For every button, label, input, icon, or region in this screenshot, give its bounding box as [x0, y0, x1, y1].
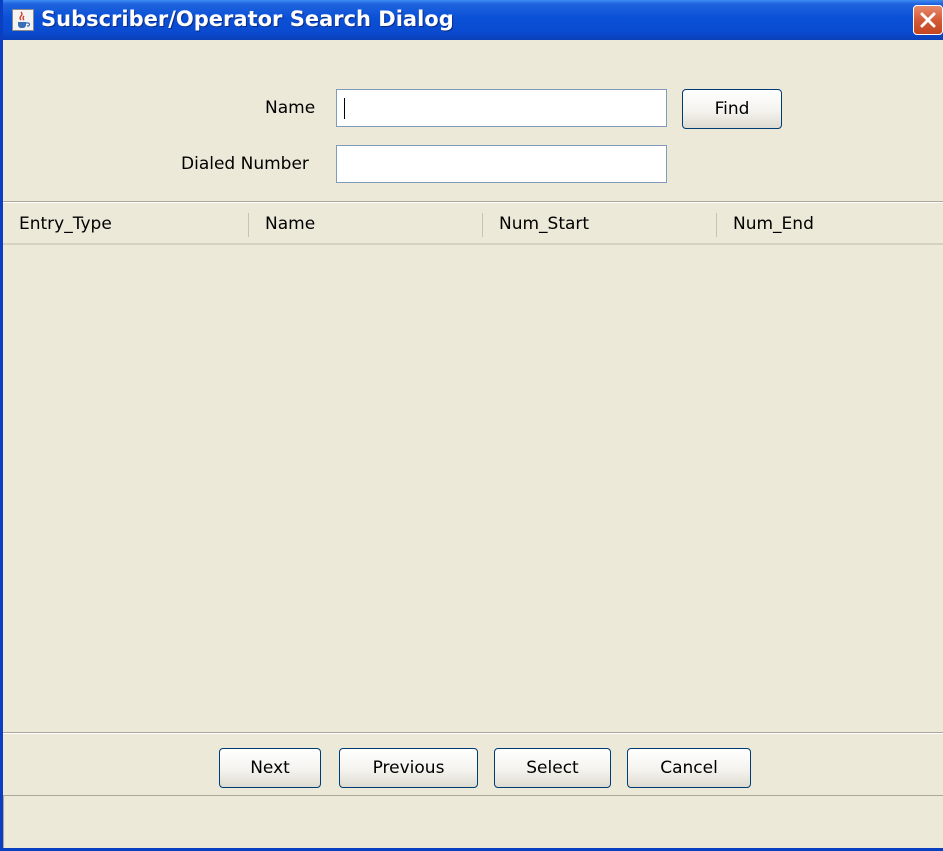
select-button[interactable]: Select: [494, 748, 611, 788]
dialog-title: Subscriber/Operator Search Dialog: [41, 7, 454, 31]
title-bar[interactable]: Subscriber/Operator Search Dialog: [3, 0, 943, 40]
divider-highlight: [3, 733, 943, 734]
next-button[interactable]: Next: [219, 748, 321, 788]
divider-highlight: [3, 202, 943, 203]
close-button[interactable]: [913, 5, 943, 35]
column-header-name[interactable]: Name: [249, 205, 482, 243]
table-header: Entry_Type Name Num_Start Num_End: [3, 205, 943, 245]
name-input[interactable]: [336, 89, 667, 127]
name-label: Name: [265, 98, 316, 118]
find-button[interactable]: Find: [682, 89, 782, 129]
java-cup-icon: [12, 9, 34, 31]
search-dialog-window: Subscriber/Operator Search Dialog Name F…: [0, 0, 943, 851]
dialed-number-input[interactable]: [336, 145, 667, 183]
previous-button[interactable]: Previous: [339, 748, 478, 788]
text-caret: [344, 98, 345, 119]
column-header-entry-type[interactable]: Entry_Type: [3, 205, 248, 243]
column-header-num-start[interactable]: Num_Start: [483, 205, 716, 243]
dialed-number-label: Dialed Number: [181, 154, 309, 174]
cancel-button[interactable]: Cancel: [627, 748, 751, 788]
results-table[interactable]: Entry_Type Name Num_Start Num_End: [3, 205, 943, 732]
close-x-icon: [920, 12, 936, 28]
column-header-num-end[interactable]: Num_End: [717, 205, 943, 243]
status-bar: [3, 795, 943, 848]
